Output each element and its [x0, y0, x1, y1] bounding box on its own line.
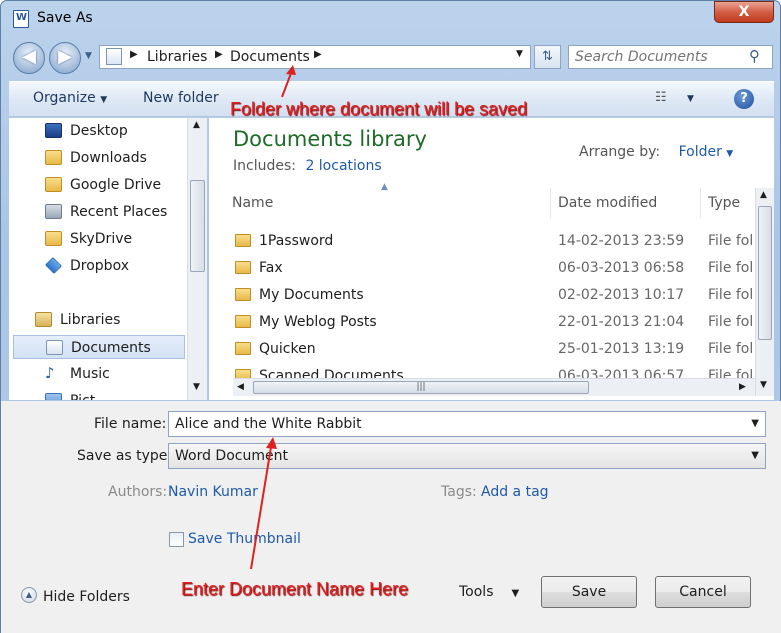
annotation-name-note: Enter Document Name Here: [181, 579, 409, 599]
save-as-dialog: Save As X ◀ ▶ ▼ ▶ Libraries ▶ Documents …: [0, 0, 781, 633]
annotation-arrow-name: [250, 440, 273, 570]
annotation-arrowhead: [266, 437, 277, 449]
annotation-arrows: [250, 65, 296, 570]
annotation-arrowhead: [286, 65, 296, 75]
annotation-folder-note: Folder where document will be saved: [230, 99, 528, 119]
